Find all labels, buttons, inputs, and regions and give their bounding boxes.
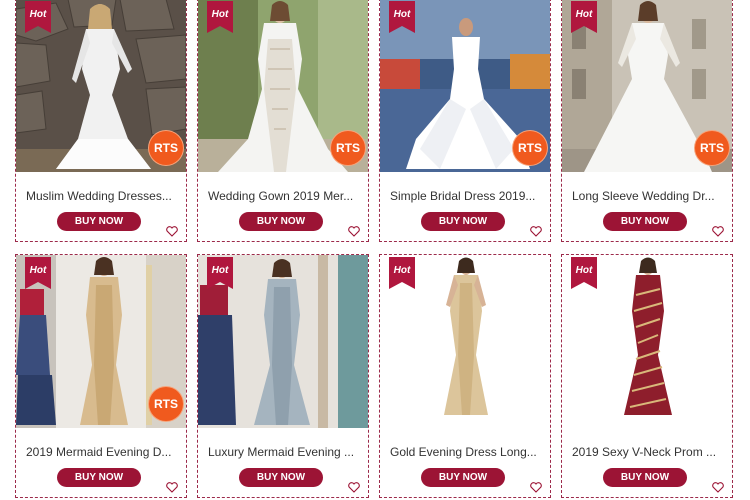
product-card[interactable]: Hot RTS 2019 Mermaid Evening D... BUY NO… bbox=[15, 254, 187, 498]
hot-badge: Hot bbox=[571, 257, 597, 289]
heart-outline-icon[interactable] bbox=[530, 482, 542, 493]
hot-badge: Hot bbox=[25, 1, 51, 33]
rts-badge: RTS bbox=[149, 131, 183, 165]
hot-badge: Hot bbox=[207, 257, 233, 289]
hot-badge: Hot bbox=[571, 1, 597, 33]
product-title[interactable]: Muslim Wedding Dresses... bbox=[16, 189, 186, 203]
heart-outline-icon[interactable] bbox=[712, 226, 724, 237]
buy-now-button[interactable]: BUY NOW bbox=[239, 468, 323, 487]
product-title[interactable]: Luxury Mermaid Evening ... bbox=[198, 445, 368, 459]
heart-outline-icon[interactable] bbox=[348, 482, 360, 493]
buy-now-button[interactable]: BUY NOW bbox=[603, 212, 687, 231]
product-card[interactable]: Hot RTS Simple Bridal Dress 2019... BUY … bbox=[379, 0, 551, 242]
heart-outline-icon[interactable] bbox=[530, 226, 542, 237]
buy-now-button[interactable]: BUY NOW bbox=[239, 212, 323, 231]
product-title[interactable]: 2019 Mermaid Evening D... bbox=[16, 445, 186, 459]
buy-now-button[interactable]: BUY NOW bbox=[421, 212, 505, 231]
product-grid: Hot RTS Muslim Wedding Dresses... BUY NO… bbox=[0, 0, 750, 500]
product-title[interactable]: Gold Evening Dress Long... bbox=[380, 445, 550, 459]
product-card[interactable]: Hot 2019 Sexy V-Neck Prom ... BUY NOW bbox=[561, 254, 733, 498]
heart-outline-icon[interactable] bbox=[166, 226, 178, 237]
hot-badge: Hot bbox=[389, 1, 415, 33]
product-card[interactable]: Hot RTS Wedding Gown 2019 Mer... BUY NOW bbox=[197, 0, 369, 242]
product-card[interactable]: Hot Luxury Mermaid Evening ... BUY NOW bbox=[197, 254, 369, 498]
buy-now-button[interactable]: BUY NOW bbox=[421, 468, 505, 487]
product-title[interactable]: Simple Bridal Dress 2019... bbox=[380, 189, 550, 203]
rts-badge: RTS bbox=[149, 387, 183, 421]
hot-badge: Hot bbox=[207, 1, 233, 33]
product-card[interactable]: Hot RTS Muslim Wedding Dresses... BUY NO… bbox=[15, 0, 187, 242]
rts-badge: RTS bbox=[695, 131, 729, 165]
buy-now-button[interactable]: BUY NOW bbox=[57, 212, 141, 231]
rts-badge: RTS bbox=[513, 131, 547, 165]
hot-badge: Hot bbox=[25, 257, 51, 289]
heart-outline-icon[interactable] bbox=[712, 482, 724, 493]
product-card[interactable]: Hot RTS Long Sleeve Wedding Dr... BUY NO… bbox=[561, 0, 733, 242]
heart-outline-icon[interactable] bbox=[348, 226, 360, 237]
hot-badge: Hot bbox=[389, 257, 415, 289]
heart-outline-icon[interactable] bbox=[166, 482, 178, 493]
product-title[interactable]: Wedding Gown 2019 Mer... bbox=[198, 189, 368, 203]
product-title[interactable]: Long Sleeve Wedding Dr... bbox=[562, 189, 732, 203]
buy-now-button[interactable]: BUY NOW bbox=[57, 468, 141, 487]
product-card[interactable]: Hot Gold Evening Dress Long... BUY NOW bbox=[379, 254, 551, 498]
buy-now-button[interactable]: BUY NOW bbox=[603, 468, 687, 487]
rts-badge: RTS bbox=[331, 131, 365, 165]
product-title[interactable]: 2019 Sexy V-Neck Prom ... bbox=[562, 445, 732, 459]
